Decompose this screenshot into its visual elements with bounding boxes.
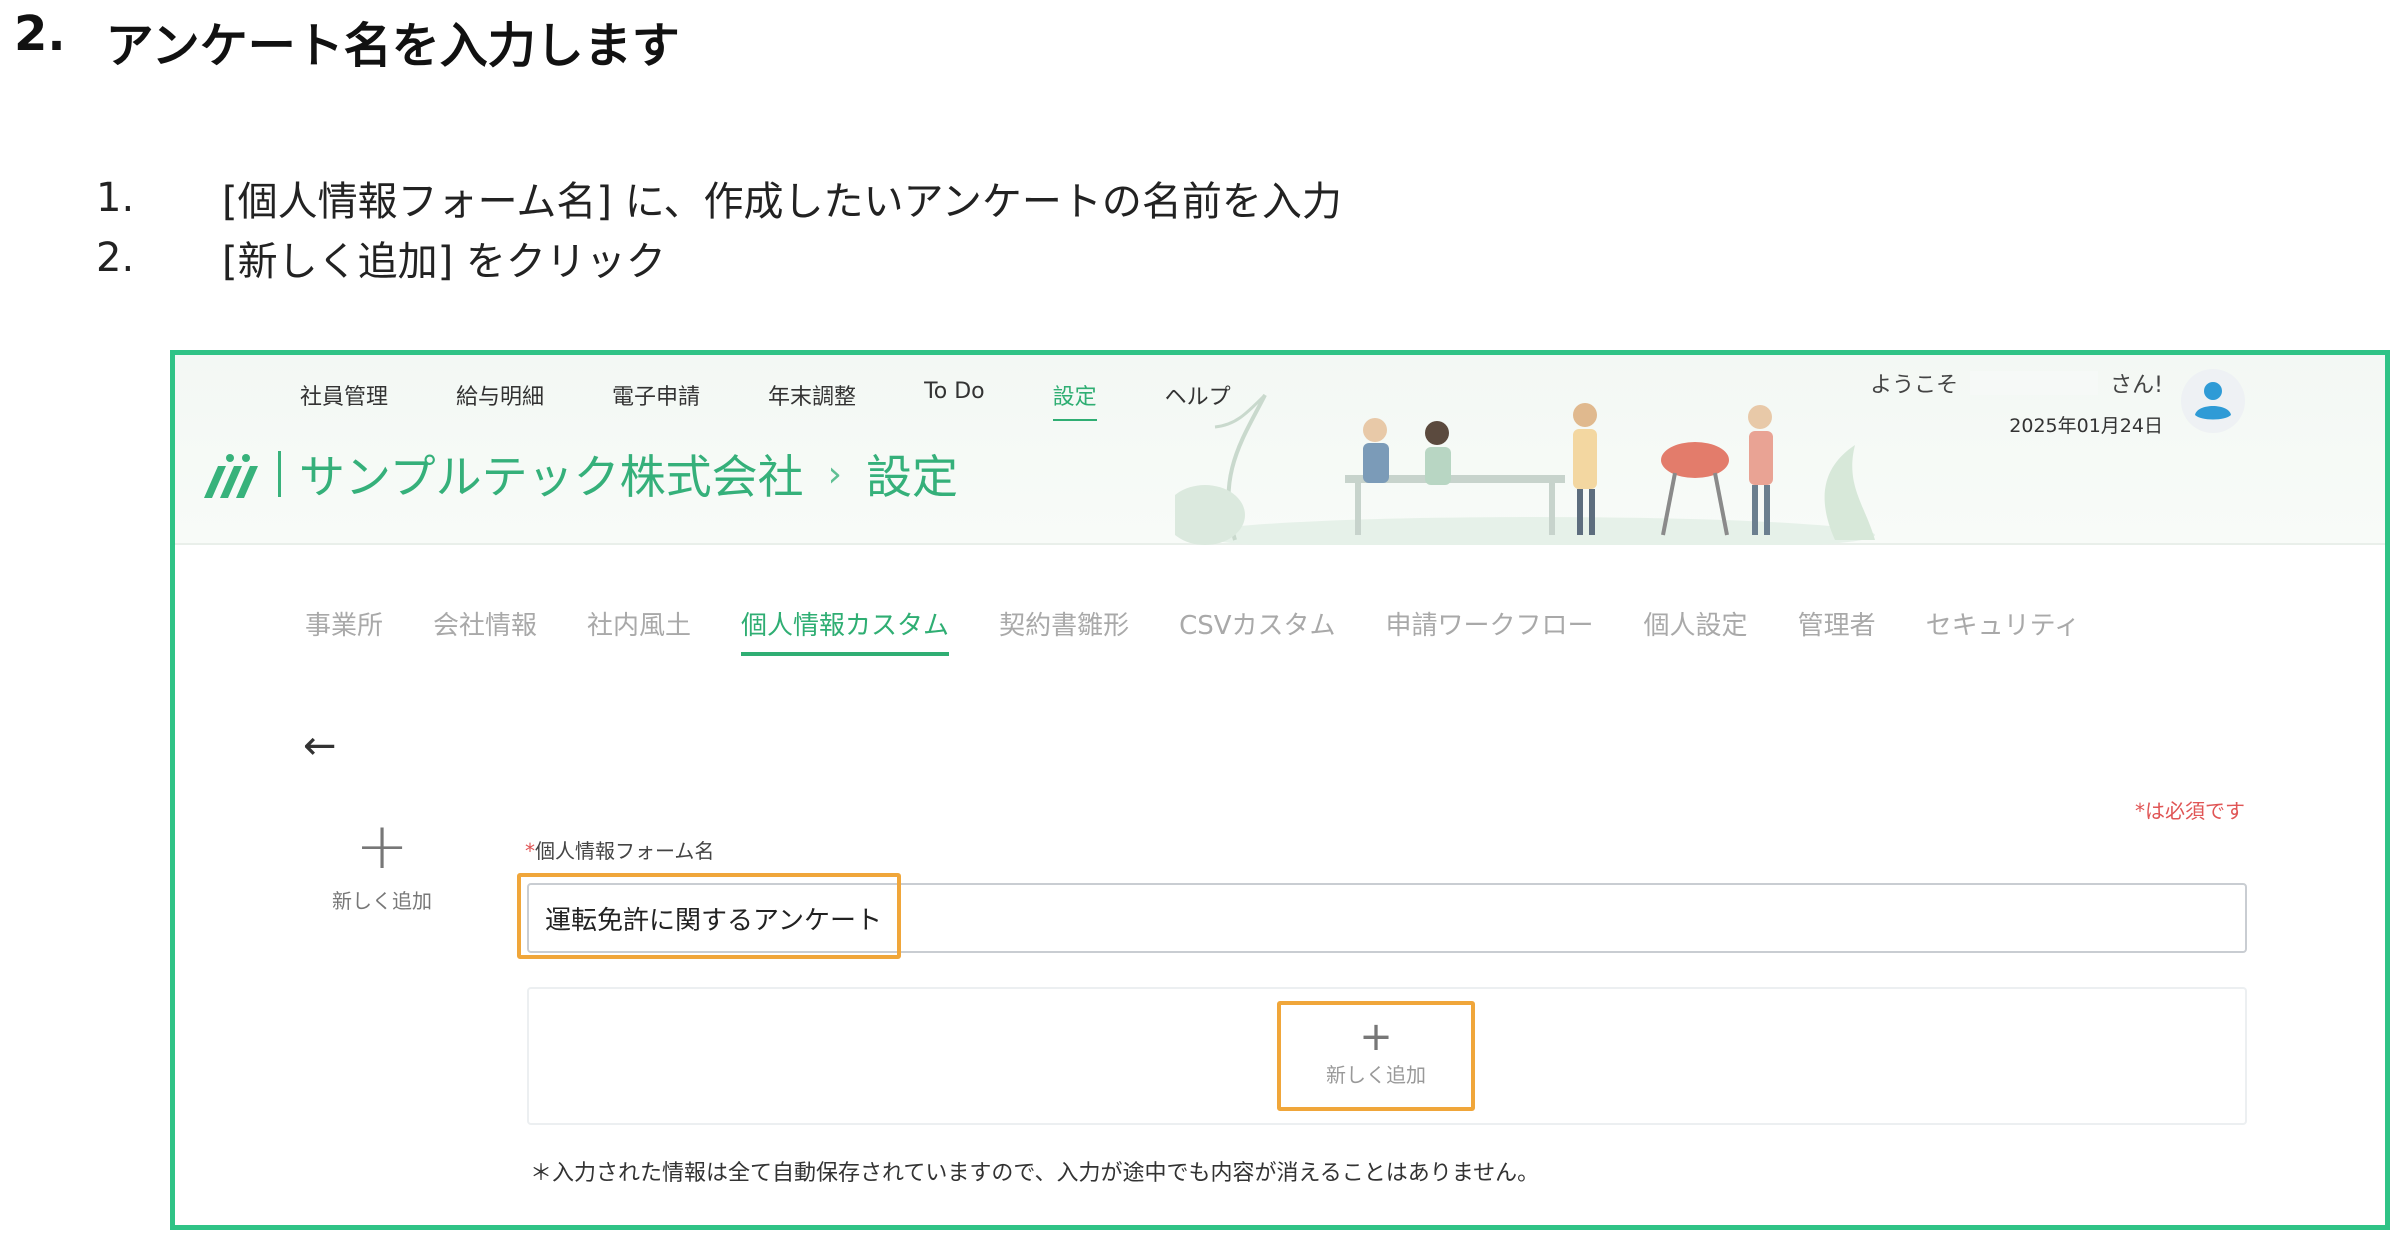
tab-company-culture[interactable]: 社内風土 <box>587 605 691 656</box>
form-name-label: *個人情報フォーム名 <box>525 835 714 864</box>
avatar[interactable] <box>2181 369 2245 433</box>
company-name: サンプルテック株式会社 <box>299 450 804 504</box>
header-illustration <box>1175 393 1875 545</box>
side-add-button[interactable]: + 新しく追加 <box>327 815 437 914</box>
screenshot-frame: 社員管理 給与明細 電子申請 年末調整 To Do 設定 ヘルプ サンプルテック… <box>170 350 2390 1230</box>
step-text: [新しく追加] をクリック <box>222 239 666 285</box>
top-nav-settings[interactable]: 設定 <box>1052 379 1097 421</box>
step-number: 2. <box>96 235 135 281</box>
title-divider <box>278 451 281 497</box>
welcome-prefix: ようこそ <box>1870 373 1959 398</box>
top-nav-employees[interactable]: 社員管理 <box>300 379 388 421</box>
company-title: サンプルテック株式会社 › 設定 <box>200 441 958 507</box>
heading-number: 2. <box>14 6 66 62</box>
company-logo-icon <box>204 454 258 498</box>
autosave-note: ＊入力された情報は全て自動保存されていますので、入力が途中でも内容が消えることは… <box>530 1161 1540 1186</box>
page-title: 設定 <box>866 450 959 504</box>
top-nav-payslips[interactable]: 給与明細 <box>456 379 544 421</box>
required-asterisk: * <box>525 839 535 863</box>
form-name-label-text: 個人情報フォーム名 <box>535 839 715 863</box>
plus-icon: + <box>355 810 409 884</box>
tab-security[interactable]: セキュリティ <box>1926 605 2080 656</box>
top-nav-e-applications[interactable]: 電子申請 <box>612 379 700 421</box>
tab-administrators[interactable]: 管理者 <box>1798 605 1876 656</box>
tab-contract-templates[interactable]: 契約書雛形 <box>999 605 1129 656</box>
button-highlight-box <box>1277 1001 1475 1111</box>
tab-offices[interactable]: 事業所 <box>305 605 383 656</box>
welcome-suffix: さん! <box>2110 373 2163 398</box>
user-name-redacted <box>1970 371 2099 395</box>
app-header: 社員管理 給与明細 電子申請 年末調整 To Do 設定 ヘルプ サンプルテック… <box>175 355 2385 545</box>
welcome-area: ようこそ さん! 2025年01月24日 <box>1870 367 2163 438</box>
doc-heading: 2. アンケート名を入力します <box>14 6 680 76</box>
user-avatar-icon <box>2195 382 2231 420</box>
instruction-steps: 1. [個人情報フォーム名] に、作成したいアンケートの名前を入力 2. [新し… <box>96 168 1342 288</box>
tab-personal-info-custom[interactable]: 個人情報カスタム <box>741 605 950 656</box>
step-text: [個人情報フォーム名] に、作成したいアンケートの名前を入力 <box>222 179 1342 225</box>
required-note: *は必須です <box>2135 799 2245 823</box>
settings-tabs: 事業所 会社情報 社内風土 個人情報カスタム 契約書雛形 CSVカスタム 申請ワ… <box>305 605 2080 656</box>
top-nav: 社員管理 給与明細 電子申請 年末調整 To Do 設定 ヘルプ <box>300 379 1231 421</box>
tab-personal-settings[interactable]: 個人設定 <box>1644 605 1748 656</box>
side-add-label: 新しく追加 <box>332 889 432 913</box>
current-date: 2025年01月24日 <box>2009 415 2163 437</box>
step-item: 2. [新しく追加] をクリック <box>96 228 1342 288</box>
tab-company-info[interactable]: 会社情報 <box>433 605 537 656</box>
breadcrumb-separator: › <box>827 453 843 495</box>
tab-approval-workflow[interactable]: 申請ワークフロー <box>1386 605 1594 656</box>
back-arrow-icon[interactable]: ← <box>303 723 337 769</box>
step-item: 1. [個人情報フォーム名] に、作成したいアンケートの名前を入力 <box>96 168 1342 228</box>
top-nav-todo[interactable]: To Do <box>924 379 985 421</box>
top-nav-year-end[interactable]: 年末調整 <box>768 379 856 421</box>
input-highlight-box <box>517 873 901 959</box>
tab-csv-custom[interactable]: CSVカスタム <box>1179 605 1335 656</box>
step-number: 1. <box>96 175 135 221</box>
heading-text: アンケート名を入力します <box>105 18 680 74</box>
